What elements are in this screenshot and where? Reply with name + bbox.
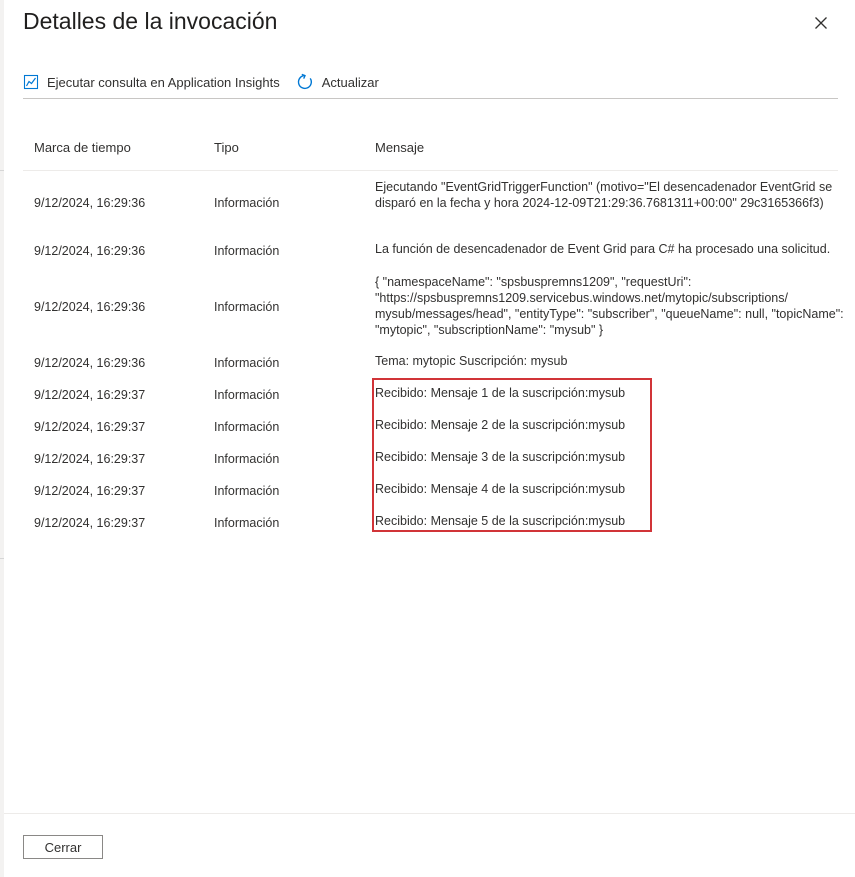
row-type: Información (214, 484, 280, 498)
toolbar-divider (23, 98, 838, 99)
column-header-message[interactable]: Mensaje (375, 140, 424, 156)
row-message: Recibido: Mensaje 3 de la suscripción:my… (375, 450, 626, 464)
refresh-icon (297, 73, 312, 90)
table-row: 9/12/2024, 16:29:37 Información Recibido… (23, 467, 838, 499)
row-message: Recibido: Mensaje 1 de la suscripción:my… (375, 386, 626, 400)
row-message: Recibido: Mensaje 5 de la suscripción:my… (375, 514, 626, 528)
row-timestamp: 9/12/2024, 16:29:37 (34, 452, 146, 466)
row-message: Recibido: Mensaje 2 de la suscripción:my… (375, 418, 626, 432)
row-type: Información (214, 388, 280, 402)
column-header-timestamp[interactable]: Marca de tiempo (34, 140, 131, 155)
row-timestamp: 9/12/2024, 16:29:37 (34, 388, 146, 402)
row-type: Información (214, 516, 280, 530)
row-timestamp: 9/12/2024, 16:29:37 (34, 516, 146, 530)
chart-icon (23, 74, 39, 90)
row-message: Ejecutando "EventGridTriggerFunction" (m… (375, 180, 833, 210)
row-timestamp: 9/12/2024, 16:29:37 (34, 420, 146, 434)
row-message: Recibido: Mensaje 4 de la suscripción:my… (375, 482, 626, 496)
table-header: Marca de tiempo Tipo Mensaje (23, 128, 838, 171)
close-icon (815, 17, 827, 29)
row-type: Información (214, 420, 280, 434)
refresh-label: Actualizar (321, 74, 379, 90)
column-header-type[interactable]: Tipo (214, 140, 239, 155)
row-type: Información (214, 196, 280, 210)
row-message: Tema: mytopic Suscripción: mysub (375, 354, 568, 368)
close-dialog-button[interactable]: Cerrar (23, 835, 103, 859)
command-bar: Ejecutar consulta en Application Insight… (23, 70, 379, 94)
table-row: 9/12/2024, 16:29:36 Información { "names… (23, 267, 844, 339)
dialog-title: Detalles de la invocación (23, 8, 278, 34)
refresh-button[interactable]: Actualizar (296, 73, 379, 91)
table-row: 9/12/2024, 16:29:37 Información Recibido… (23, 499, 838, 531)
row-message: La función de desencadenador de Event Gr… (375, 242, 831, 256)
table-row: 9/12/2024, 16:29:36 Información La funci… (23, 227, 838, 267)
row-timestamp: 9/12/2024, 16:29:36 (34, 244, 146, 258)
table-row: 9/12/2024, 16:29:36 Información Tema: my… (23, 339, 838, 371)
row-timestamp: 9/12/2024, 16:29:37 (34, 484, 146, 498)
table-row: 9/12/2024, 16:29:37 Información Recibido… (23, 371, 838, 403)
row-timestamp: 9/12/2024, 16:29:36 (34, 196, 146, 210)
row-type: Información (214, 452, 280, 466)
invocation-details-dialog: Detalles de la invocación Ejecutar consu… (4, 0, 855, 877)
run-query-label: Ejecutar consulta en Application Insight… (47, 74, 280, 90)
table-row: 9/12/2024, 16:29:37 Información Recibido… (23, 403, 838, 435)
close-button[interactable] (810, 12, 832, 34)
row-type: Información (214, 356, 280, 370)
invocation-log-table: Marca de tiempo Tipo Mensaje 9/12/2024, … (23, 128, 844, 531)
table-row: 9/12/2024, 16:29:37 Información Recibido… (23, 435, 838, 467)
row-type: Información (214, 300, 280, 314)
table-row: 9/12/2024, 16:29:36 Información Ejecutan… (23, 171, 838, 227)
row-message: { "namespaceName": "spsbuspremns1209", "… (375, 275, 844, 337)
row-timestamp: 9/12/2024, 16:29:36 (34, 300, 146, 314)
run-query-button[interactable]: Ejecutar consulta en Application Insight… (23, 74, 280, 90)
row-type: Información (214, 244, 280, 258)
footer-divider (4, 813, 855, 814)
row-timestamp: 9/12/2024, 16:29:36 (34, 356, 146, 370)
